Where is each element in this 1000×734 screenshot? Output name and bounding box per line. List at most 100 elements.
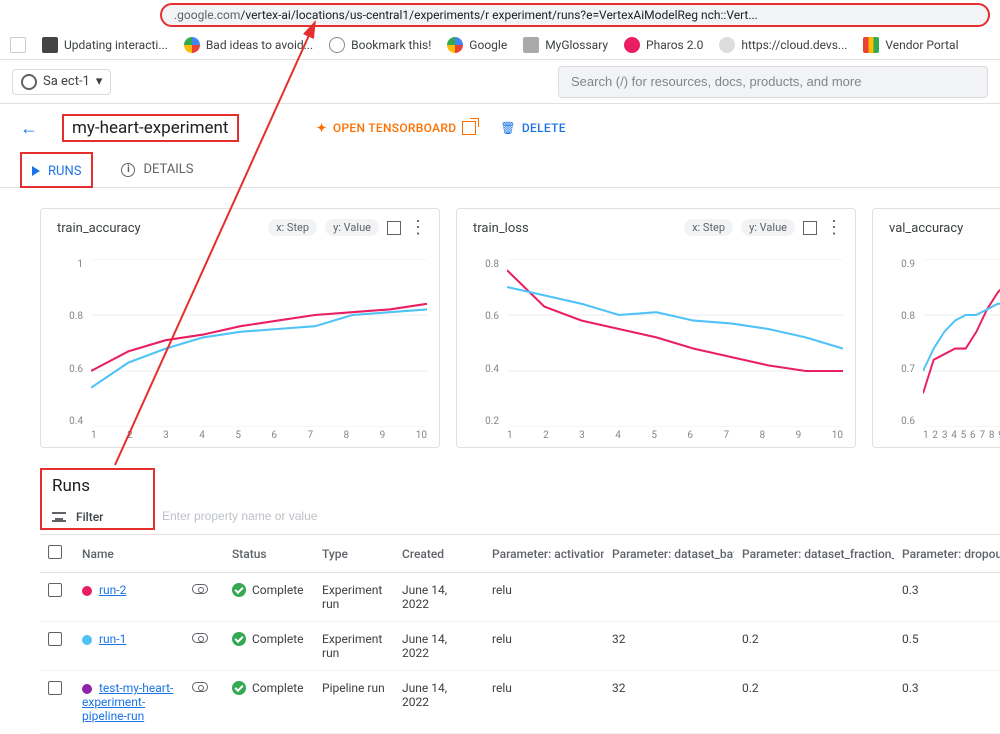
- runs-filter-input[interactable]: [160, 508, 360, 524]
- favicon-icon: [719, 37, 735, 53]
- visibility-toggle-icon[interactable]: [192, 633, 208, 643]
- bookmark-item[interactable]: [10, 37, 26, 53]
- folder-icon: [523, 37, 539, 53]
- favicon-icon: [329, 37, 345, 53]
- y-axis-pill[interactable]: y: Value: [741, 219, 795, 236]
- tab-details[interactable]: i DETAILS: [117, 152, 197, 187]
- checkbox-all[interactable]: [48, 545, 62, 559]
- col-dropout[interactable]: Parameter: dropout_rate: [894, 535, 1000, 573]
- run-name-link[interactable]: run-2: [99, 583, 126, 597]
- status-badge: Complete: [232, 681, 304, 695]
- bookmarks-bar: Updating interacti... Bad ideas to avoid…: [0, 30, 1000, 60]
- cell-batch: 32: [604, 622, 734, 671]
- check-circle-icon: [232, 632, 246, 646]
- table-row: run-2 Complete Experiment run June 14, 2…: [40, 573, 1000, 622]
- external-link-icon: [462, 121, 476, 135]
- cell-type: Experiment run: [314, 573, 394, 622]
- delete-button[interactable]: 🗑 DELETE: [500, 121, 565, 135]
- cell-created: June 14, 2022: [394, 622, 484, 671]
- run-color-dot: [82, 586, 92, 596]
- runs-table-header-row: Name Status Type Created Parameter: acti…: [40, 535, 1000, 573]
- info-icon: i: [121, 163, 135, 177]
- bookmark-item[interactable]: Vendor Portal: [863, 37, 958, 53]
- cell-created: June 14, 2022: [394, 573, 484, 622]
- x-axis-pill[interactable]: x: Step: [268, 219, 317, 236]
- cell-dropout: 0.3: [894, 671, 1000, 734]
- cell-activation: relu: [484, 671, 604, 734]
- favicon-icon: [10, 37, 26, 53]
- visibility-toggle-icon[interactable]: [192, 682, 208, 692]
- chevron-down-icon: ▾: [96, 74, 103, 89]
- favicon-icon: [42, 37, 58, 53]
- table-row: run-1 Complete Experiment run June 14, 2…: [40, 622, 1000, 671]
- url-host: .google.com: [174, 8, 240, 22]
- y-axis-pill[interactable]: y: Value: [325, 219, 379, 236]
- row-checkbox[interactable]: [48, 632, 62, 646]
- x-axis-pill[interactable]: x: Step: [684, 219, 733, 236]
- row-checkbox[interactable]: [48, 583, 62, 597]
- fullscreen-icon[interactable]: [803, 221, 817, 235]
- chart-x-ticks: 12345678910: [507, 430, 843, 441]
- gear-icon: [21, 74, 37, 90]
- bookmark-item[interactable]: Updating interacti...: [42, 37, 168, 53]
- run-name-link[interactable]: run-1: [99, 632, 126, 646]
- col-batch[interactable]: Parameter: dataset_batch: [604, 535, 734, 573]
- col-activation[interactable]: Parameter: activation: [484, 535, 604, 573]
- check-circle-icon: [232, 681, 246, 695]
- more-icon[interactable]: ⋮: [825, 221, 843, 235]
- col-split[interactable]: Parameter: dataset_fraction_split: [734, 535, 894, 573]
- bookmark-item[interactable]: https://cloud.devs...: [719, 37, 847, 53]
- col-created[interactable]: Created: [394, 535, 484, 573]
- bookmark-label: MyGlossary: [545, 38, 608, 52]
- favicon-icon: [184, 37, 200, 53]
- cell-activation: relu: [484, 622, 604, 671]
- visibility-toggle-icon[interactable]: [192, 584, 208, 594]
- gcp-search-input[interactable]: [558, 66, 988, 98]
- fullscreen-icon[interactable]: [387, 221, 401, 235]
- open-tensorboard-button[interactable]: ✦ OPEN TENSORBOARD: [317, 121, 477, 135]
- run-name-link[interactable]: test-my-heart-experiment-pipeline-run: [82, 681, 173, 723]
- row-checkbox[interactable]: [48, 681, 62, 695]
- google-icon: [447, 37, 463, 53]
- run-color-dot: [82, 635, 92, 645]
- more-icon[interactable]: ⋮: [409, 221, 427, 235]
- url-path: /vertex-ai/locations/us-central1/experim…: [240, 8, 757, 22]
- browser-address-bar: .google.com/vertex-ai/locations/us-centr…: [0, 0, 1000, 30]
- project-selector[interactable]: Sa ect-1 ▾: [12, 69, 111, 95]
- runs-highlight-box: Runs Filter: [40, 468, 155, 530]
- bookmark-item[interactable]: Google: [447, 37, 507, 53]
- experiment-header: ← my-heart-experiment ✦ OPEN TENSORBOARD…: [0, 104, 1000, 152]
- filter-icon[interactable]: [52, 512, 66, 522]
- tab-details-label: DETAILS: [143, 162, 193, 177]
- status-badge: Complete: [232, 632, 304, 646]
- bookmark-label: https://cloud.devs...: [741, 38, 847, 52]
- chart-y-ticks: 10.80.60.4: [59, 259, 83, 427]
- delete-label: DELETE: [522, 121, 566, 135]
- bookmark-item[interactable]: Pharos 2.0: [624, 37, 703, 53]
- gcp-search-wrap: [131, 66, 988, 98]
- chart-plot: [923, 259, 1000, 427]
- col-type[interactable]: Type: [314, 535, 394, 573]
- favicon-icon: [624, 37, 640, 53]
- runs-title: Runs: [52, 476, 153, 496]
- bookmark-item[interactable]: MyGlossary: [523, 37, 608, 53]
- runs-filter-row: Filter: [52, 510, 153, 524]
- url-field[interactable]: .google.com/vertex-ai/locations/us-centr…: [160, 3, 990, 27]
- experiment-tabs: RUNS i DETAILS: [0, 152, 1000, 188]
- bookmark-item[interactable]: Bad ideas to avoid...: [184, 37, 313, 53]
- bookmark-item[interactable]: Bookmark this!: [329, 37, 431, 53]
- back-arrow-icon[interactable]: ←: [20, 118, 38, 139]
- bookmark-label: Google: [469, 38, 507, 52]
- tab-runs[interactable]: RUNS: [20, 152, 93, 188]
- cell-type: Pipeline run: [314, 671, 394, 734]
- col-name[interactable]: Name: [74, 535, 184, 573]
- cell-type: Experiment run: [314, 622, 394, 671]
- run-color-dot: [82, 684, 92, 694]
- filter-label: Filter: [76, 510, 103, 524]
- col-status[interactable]: Status: [224, 535, 314, 573]
- runs-section: Runs Filter Name Status Type Created Par…: [0, 468, 1000, 734]
- cell-dropout: 0.3: [894, 573, 1000, 622]
- runs-table-body: run-2 Complete Experiment run June 14, 2…: [40, 573, 1000, 734]
- bookmark-label: Updating interacti...: [64, 38, 168, 52]
- cell-batch: [604, 573, 734, 622]
